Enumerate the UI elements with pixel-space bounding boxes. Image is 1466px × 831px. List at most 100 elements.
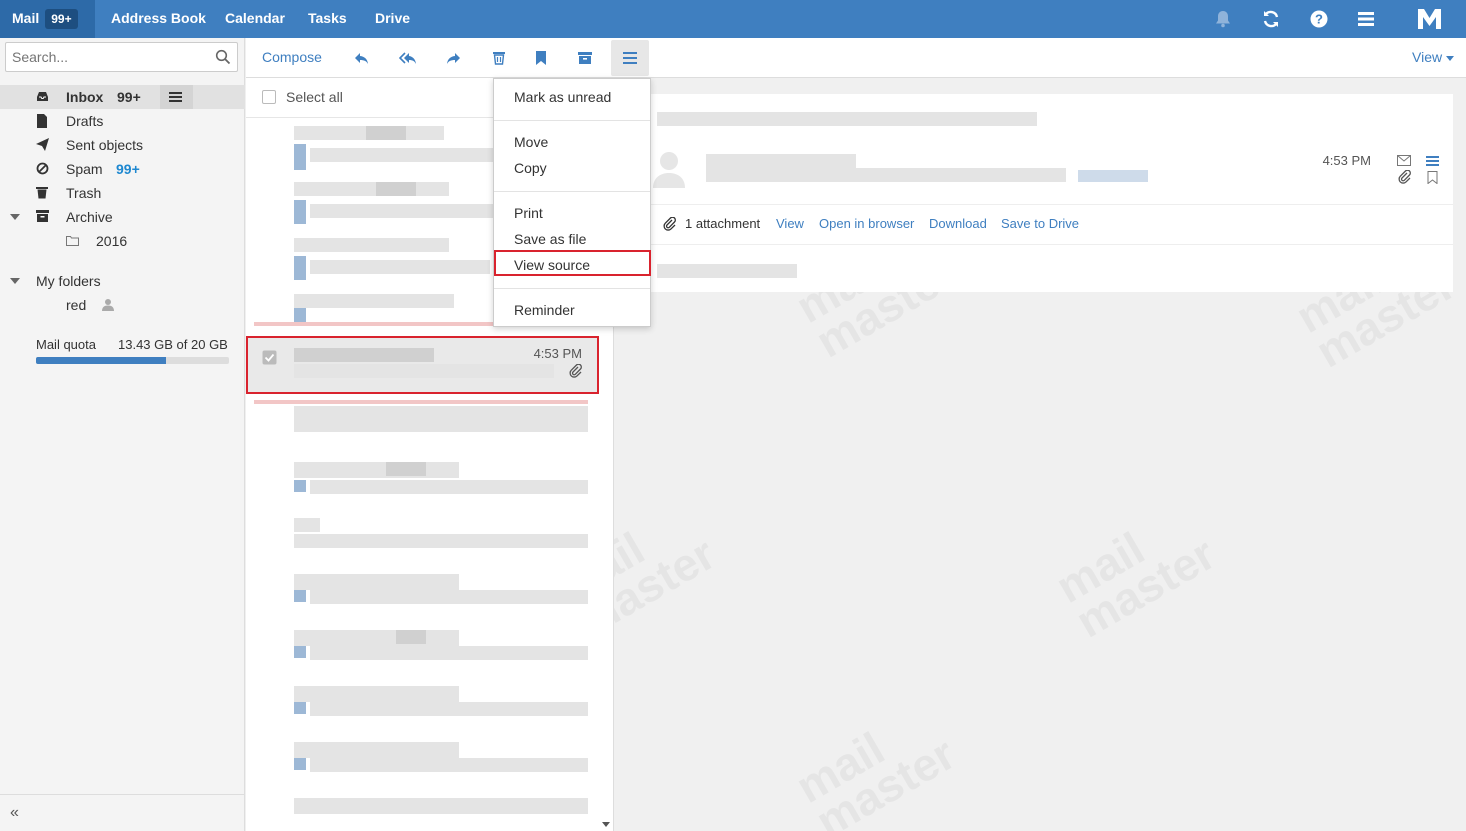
inbox-icon xyxy=(37,92,48,101)
menu-item-save-as-file[interactable]: Save as file xyxy=(514,231,586,247)
options-icon[interactable] xyxy=(1426,155,1439,167)
list-item[interactable] xyxy=(246,458,598,514)
folder-label: Drafts xyxy=(66,113,104,129)
envelope-icon[interactable] xyxy=(1397,155,1411,166)
divider xyxy=(494,191,650,192)
subject-blurred xyxy=(657,112,1037,126)
watermark: mailmaster xyxy=(1047,498,1224,648)
folder-inbox[interactable]: Inbox 99+ xyxy=(0,85,245,109)
folder-label: red xyxy=(66,297,87,313)
list-item[interactable] xyxy=(246,514,598,570)
folder-2016[interactable]: 2016 xyxy=(0,229,245,253)
collapse-sidebar-button[interactable]: « xyxy=(10,804,19,822)
attachment-count: 1 attachment xyxy=(685,216,761,231)
expand-caret-icon[interactable] xyxy=(10,278,20,284)
search-input[interactable] xyxy=(6,43,206,71)
divider xyxy=(494,120,650,121)
list-item[interactable] xyxy=(246,682,598,738)
menu-icon[interactable] xyxy=(1355,8,1377,30)
expand-caret-icon[interactable] xyxy=(10,214,20,220)
folder-archive[interactable]: Archive xyxy=(0,205,245,229)
delete-icon[interactable] xyxy=(490,49,508,67)
menu-item-reminder[interactable]: Reminder xyxy=(514,302,575,318)
draft-icon xyxy=(37,114,47,128)
select-all-checkbox[interactable] xyxy=(262,90,276,104)
attachment-download-link[interactable]: Download xyxy=(929,216,987,231)
view-source-highlight xyxy=(494,250,651,276)
folder-drafts[interactable]: Drafts xyxy=(0,109,245,133)
search-icon[interactable] xyxy=(215,49,231,65)
tab-calendar[interactable]: Calendar xyxy=(225,0,285,38)
scroll-down-icon[interactable] xyxy=(602,822,610,827)
more-icon xyxy=(623,52,637,64)
folder-trash[interactable]: Trash xyxy=(0,181,245,205)
archive-icon[interactable] xyxy=(576,49,594,67)
my-folders-header[interactable]: My folders xyxy=(0,269,245,293)
divider xyxy=(0,794,245,795)
bell-icon[interactable] xyxy=(1212,8,1234,30)
folder-spam[interactable]: Spam 99+ xyxy=(0,157,245,181)
quota-bar xyxy=(36,357,229,364)
quota-value: 13.43 GB of 20 GB xyxy=(118,337,228,352)
list-item[interactable] xyxy=(246,626,598,682)
avatar xyxy=(653,152,685,188)
quota-fill xyxy=(36,357,166,364)
menu-item-move[interactable]: Move xyxy=(514,134,548,150)
attachment-icon xyxy=(663,217,676,231)
folder-label: Spam xyxy=(66,161,103,177)
list-item[interactable] xyxy=(246,738,598,794)
reply-icon[interactable] xyxy=(353,49,371,67)
tab-drive[interactable]: Drive xyxy=(375,0,410,38)
help-icon[interactable]: ? xyxy=(1308,8,1330,30)
attachment-open-browser-link[interactable]: Open in browser xyxy=(819,216,914,231)
flag-icon[interactable] xyxy=(532,49,550,67)
attachment-view-link[interactable]: View xyxy=(776,216,804,231)
forward-icon[interactable] xyxy=(444,49,462,67)
divider xyxy=(651,244,1453,245)
reply-all-icon[interactable] xyxy=(399,49,417,67)
folder-red[interactable]: red xyxy=(0,293,245,317)
spam-count: 99+ xyxy=(116,161,140,177)
folder-label: Inbox xyxy=(66,89,104,105)
message-toolbar: Compose View xyxy=(246,38,1466,78)
message-time: 4:53 PM xyxy=(1322,153,1371,168)
attachment-icon xyxy=(1398,170,1411,184)
send-icon xyxy=(36,138,49,151)
user-icon xyxy=(102,299,114,311)
my-folders-label: My folders xyxy=(36,273,101,289)
chevron-down-icon xyxy=(1446,55,1454,61)
folder-label: 2016 xyxy=(96,233,128,249)
folder-sent[interactable]: Sent objects xyxy=(0,133,245,157)
inbox-options-button[interactable] xyxy=(160,85,193,109)
folder-label: Sent objects xyxy=(66,137,144,153)
divider xyxy=(651,204,1453,205)
menu-item-print[interactable]: Print xyxy=(514,205,543,221)
menu-item-mark-unread[interactable]: Mark as unread xyxy=(514,89,611,105)
compose-button[interactable]: Compose xyxy=(262,49,322,65)
list-item[interactable] xyxy=(246,404,598,460)
attachment-save-drive-link[interactable]: Save to Drive xyxy=(1001,216,1079,231)
list-item[interactable] xyxy=(246,794,598,831)
top-navigation-bar: Mail 99+ Address Book Calendar Tasks Driv… xyxy=(0,0,1466,38)
tab-tasks[interactable]: Tasks xyxy=(308,0,347,38)
sender-blurred xyxy=(706,154,856,168)
more-actions-menu: Mark as unread Move Copy Print Save as f… xyxy=(493,78,651,327)
divider xyxy=(494,288,650,289)
tab-address-book[interactable]: Address Book xyxy=(111,0,206,38)
folder-label: Trash xyxy=(66,185,102,201)
view-dropdown[interactable]: View xyxy=(1412,49,1454,65)
quota-label: Mail quota xyxy=(36,337,96,352)
refresh-icon[interactable] xyxy=(1260,8,1282,30)
logo-icon xyxy=(1418,9,1441,29)
list-item[interactable] xyxy=(246,570,598,626)
search-box[interactable] xyxy=(5,42,238,72)
select-all-label: Select all xyxy=(286,89,343,105)
list-icon xyxy=(169,92,182,102)
folder-icon xyxy=(66,236,79,246)
svg-text:?: ? xyxy=(1315,12,1323,27)
bookmark-icon[interactable] xyxy=(1427,171,1438,184)
tab-mail[interactable]: Mail 99+ xyxy=(0,0,95,38)
menu-item-copy[interactable]: Copy xyxy=(514,160,547,176)
more-actions-button[interactable] xyxy=(611,40,649,76)
recipient-blurred xyxy=(706,168,1066,182)
